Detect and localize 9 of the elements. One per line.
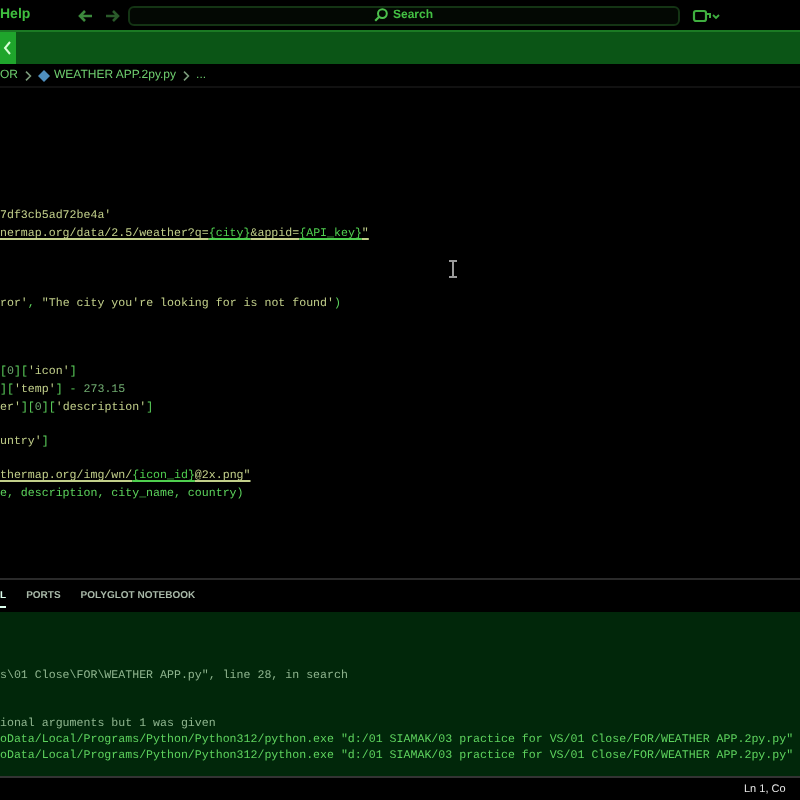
chat-dropdown-icon[interactable] <box>692 7 720 23</box>
forward-arrow-icon[interactable] <box>104 7 122 23</box>
search-icon[interactable] <box>374 8 389 22</box>
chevron-right-icon[interactable] <box>24 69 32 81</box>
back-arrow-icon[interactable] <box>76 7 94 23</box>
file-icon[interactable] <box>38 69 50 81</box>
text-cursor-icon[interactable] <box>448 260 458 278</box>
chevron-right-icon[interactable] <box>182 69 191 81</box>
chevron-left-icon[interactable] <box>0 32 16 64</box>
